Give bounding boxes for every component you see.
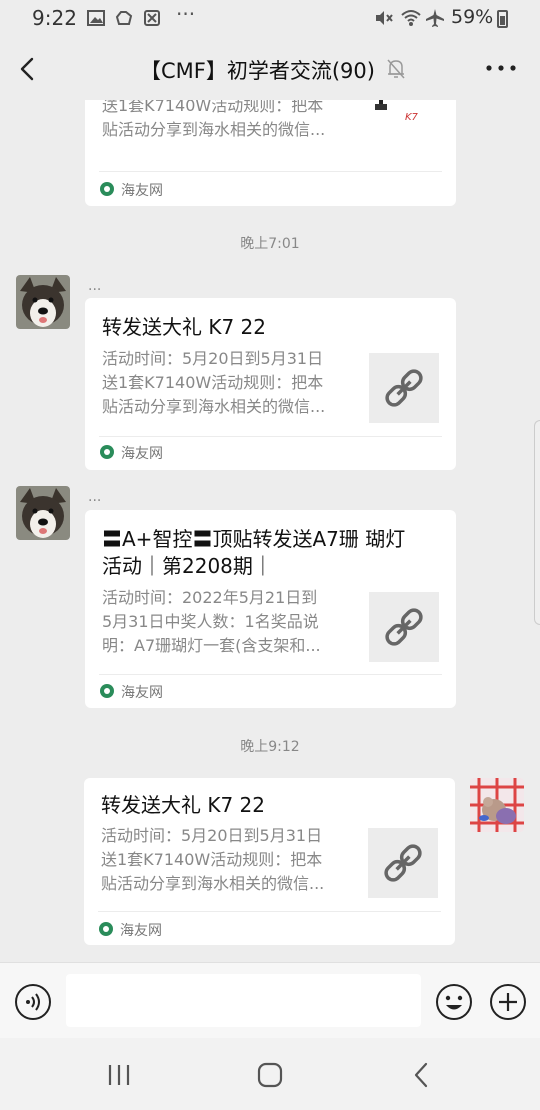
- card-desc: 活动时间：5月20日到5月31日 送1套K7140W活动规则：把本 贴活动分享到…: [102, 349, 326, 416]
- link-card[interactable]: 〓A+智控〓顶贴转发送A7珊 瑚灯 活动｜第2208期｜ 活动时间：2022年5…: [85, 510, 456, 708]
- source-logo-icon: [100, 445, 114, 459]
- back-button[interactable]: [14, 54, 44, 84]
- link-icon: [385, 369, 423, 407]
- gallery-icon: [87, 10, 105, 26]
- product-logo-text: K7: [405, 112, 419, 123]
- source-logo-icon: [99, 922, 113, 936]
- time-separator: 晚上9:12: [240, 739, 300, 755]
- voice-icon[interactable]: [14, 983, 52, 1021]
- link-thumbnail: [368, 828, 438, 898]
- link-icon: [385, 608, 423, 646]
- nav-back-icon[interactable]: [406, 1060, 436, 1090]
- card-title-line1: 〓A+智控〓顶贴转发送A7珊 瑚灯: [102, 527, 406, 551]
- chat-header: 【CMF】初学者交流(90): [0, 38, 540, 100]
- bell-off-icon: [387, 59, 405, 79]
- card-title-line2: 活动｜第2208期｜: [102, 554, 273, 578]
- message-list[interactable]: 活动时间：5月20日到5月31日 送1套K7140W活动规则：把本 贴活动分享到…: [0, 100, 540, 962]
- link-card[interactable]: 转发送大礼 K7 22 活动时间：5月20日到5月31日 送1套K7140W活动…: [85, 298, 456, 470]
- source-logo-icon: [100, 182, 114, 196]
- vibrate-mute-icon: [376, 11, 393, 25]
- product-image: K7: [365, 100, 435, 140]
- card-divider: [99, 171, 442, 172]
- airplane-icon: [426, 9, 444, 27]
- link-thumbnail: [369, 592, 439, 662]
- no-sim-icon: [144, 10, 160, 26]
- link-card[interactable]: 转发送大礼 K7 22 活动时间：5月20日到5月31日 送1套K7140W活动…: [84, 778, 455, 945]
- status-bar: 9:22 ··· 59%: [0, 0, 540, 38]
- card-title: 转发送大礼 K7 22: [102, 315, 267, 339]
- emoji-icon[interactable]: [435, 983, 473, 1021]
- more-icon[interactable]: [484, 56, 518, 80]
- card-source: 海友网: [120, 923, 162, 939]
- link-card-top[interactable]: 活动时间：5月20日到5月31日 送1套K7140W活动规则：把本 贴活动分享到…: [85, 100, 456, 206]
- card-desc: 活动时间：5月20日到5月31日 送1套K7140W活动规则：把本 贴活动分享到…: [101, 826, 325, 893]
- sender-name: ...: [88, 278, 102, 294]
- home-icon[interactable]: [255, 1060, 285, 1090]
- wifi-icon: [401, 10, 421, 26]
- card-source: 海友网: [121, 685, 163, 701]
- card-title: 转发送大礼 K7 22: [101, 793, 266, 817]
- avatar[interactable]: [16, 486, 70, 540]
- plus-icon[interactable]: [489, 983, 527, 1021]
- side-panel-handle[interactable]: [534, 420, 540, 625]
- source-logo-icon: [100, 684, 114, 698]
- card-source: 海友网: [121, 446, 163, 462]
- cloud-icon: [115, 11, 133, 25]
- status-time: 9:22: [32, 6, 77, 30]
- recent-apps-icon[interactable]: [104, 1060, 134, 1090]
- link-icon: [384, 844, 422, 882]
- message-input[interactable]: [66, 974, 421, 1027]
- input-bar: [0, 962, 540, 1038]
- link-thumbnail: [369, 353, 439, 423]
- chat-title: 【CMF】初学者交流(90): [140, 59, 375, 83]
- avatar[interactable]: [16, 275, 70, 329]
- card-desc: 活动时间：5月20日到5月31日 送1套K7140W活动规则：把本 贴活动分享到…: [102, 100, 326, 139]
- time-separator: 晚上7:01: [240, 236, 300, 252]
- battery-percent: 59%: [451, 6, 494, 28]
- card-divider: [99, 436, 442, 437]
- sender-name: ...: [88, 489, 102, 505]
- my-avatar[interactable]: [470, 778, 524, 832]
- more-notifications-icon: ···: [176, 2, 196, 26]
- battery-icon: [497, 10, 508, 28]
- system-nav-bar: [0, 1038, 540, 1110]
- card-divider: [98, 911, 441, 912]
- card-divider: [99, 674, 442, 675]
- card-source: 海友网: [121, 183, 163, 199]
- card-desc: 活动时间：2022年5月21日到 5月31日中奖人数：1名奖品说 明：A7珊瑚灯…: [102, 588, 321, 655]
